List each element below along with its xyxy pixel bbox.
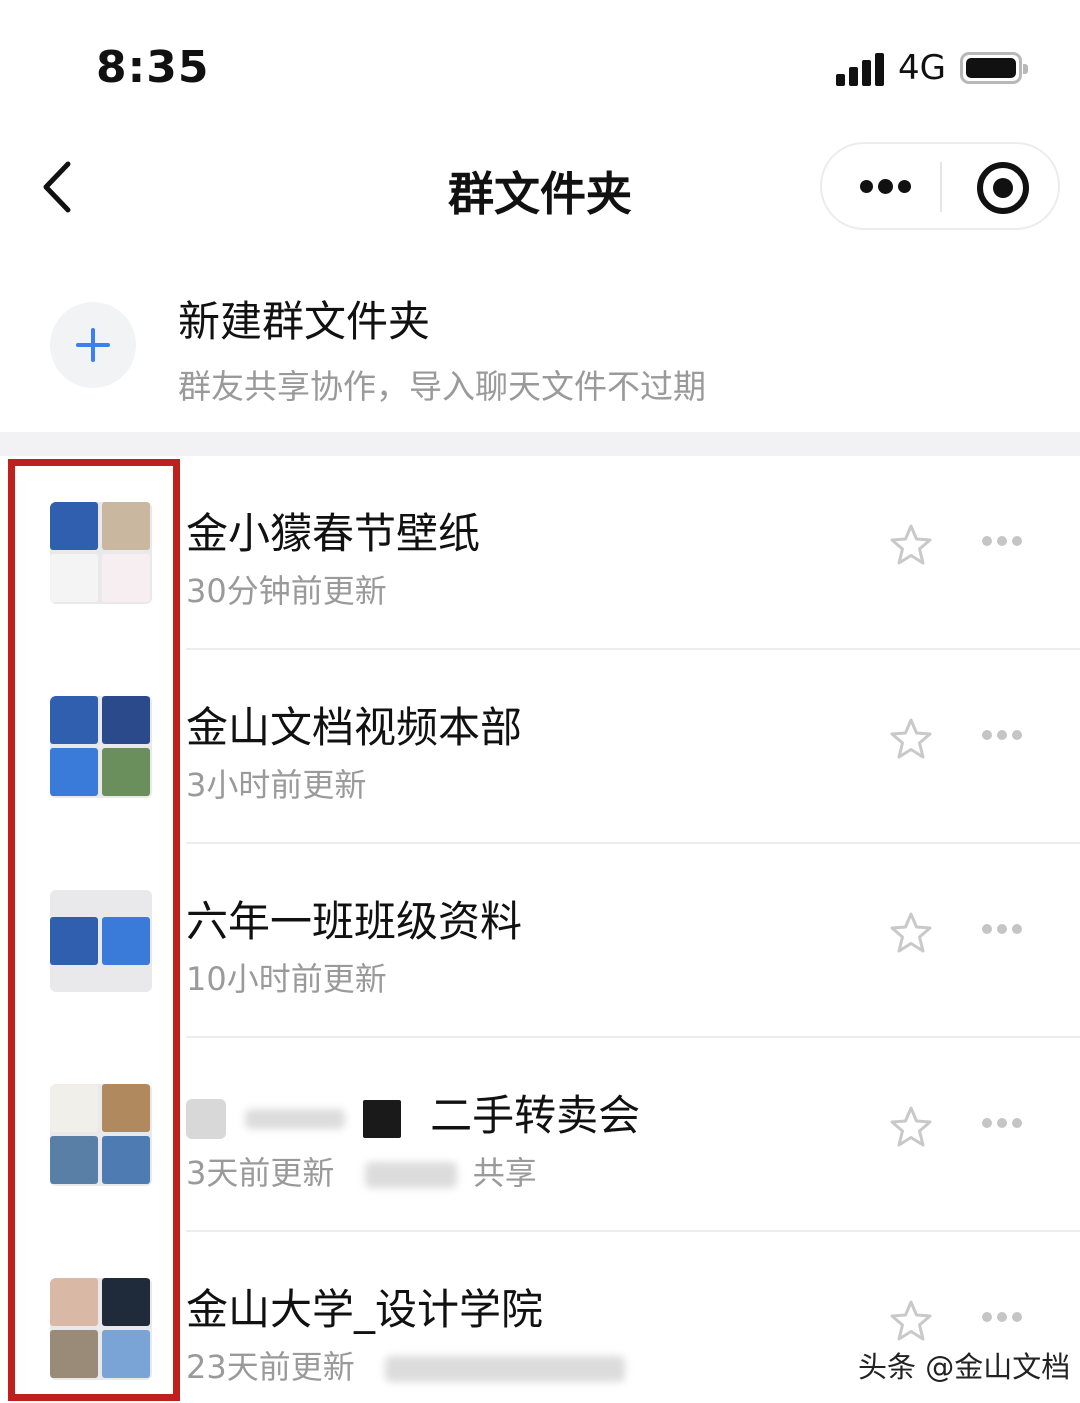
more-dots-icon[interactable] [980,728,1024,744]
folder-name: 二手转卖会 [186,1082,640,1143]
folder-updated: 30分钟前更新 [186,572,387,610]
folder-avatar [50,1084,152,1186]
folder-updated: 3小时前更新 [186,766,367,804]
star-icon[interactable] [888,522,934,568]
folder-row[interactable]: 金山文档视频本部 3小时前更新 [0,650,1080,844]
folder-name-text: 二手转卖会 [430,1091,641,1140]
watermark: 头条 @金山文档 [858,1350,1071,1384]
folder-row[interactable]: 二手转卖会 3天前更新 共享 [0,1038,1080,1232]
folder-avatar [50,890,152,992]
new-folder-subtitle: 群友共享协作，导入聊天文件不过期 [178,367,706,406]
section-divider [0,432,1080,456]
star-icon[interactable] [888,1104,934,1150]
mini-program-capsule [820,142,1060,230]
folder-name: 金山大学_设计学院 [186,1285,544,1334]
more-dots-icon[interactable] [980,534,1024,550]
folder-avatar [50,1278,152,1380]
folder-name: 金山文档视频本部 [186,703,523,752]
folder-name: 金小獴春节壁纸 [186,509,481,558]
redacted-text [186,1098,226,1139]
status-time: 8:35 [96,42,210,93]
redacted-text [362,1099,401,1138]
folder-updated: 23天前更新 [186,1342,625,1388]
redacted-text [364,1162,457,1188]
more-icon[interactable] [856,174,912,200]
status-bar: 8:35 4G [0,0,1080,120]
folder-updated-text: 3天前更新 [186,1154,335,1192]
battery-icon [960,52,1028,84]
folder-shared-label: 共享 [472,1154,537,1192]
folder-avatar [50,502,152,604]
folder-updated: 10小时前更新 [186,960,387,998]
redacted-text [384,1356,625,1382]
signal-icon [836,52,886,86]
redacted-text [245,1108,346,1129]
folder-name: 六年一班班级资料 [186,897,523,946]
more-dots-icon[interactable] [980,1310,1024,1326]
folder-row[interactable]: 金小獴春节壁纸 30分钟前更新 [0,456,1080,650]
folder-updated: 3天前更新 共享 [186,1148,537,1194]
new-folder-title: 新建群文件夹 [178,297,431,346]
new-folder-entry[interactable]: 新建群文件夹 群友共享协作，导入聊天文件不过期 [0,260,1080,432]
plus-icon[interactable] [50,302,136,388]
capsule-divider [940,162,942,212]
folder-avatar [50,696,152,798]
more-dots-icon[interactable] [980,922,1024,938]
star-icon[interactable] [888,910,934,956]
star-icon[interactable] [888,716,934,762]
more-dots-icon[interactable] [980,1116,1024,1132]
network-type: 4G [898,48,946,88]
star-icon[interactable] [888,1298,934,1344]
folder-updated-text: 23天前更新 [186,1348,355,1386]
target-icon[interactable] [977,162,1029,214]
folder-row[interactable]: 六年一班班级资料 10小时前更新 [0,844,1080,1038]
